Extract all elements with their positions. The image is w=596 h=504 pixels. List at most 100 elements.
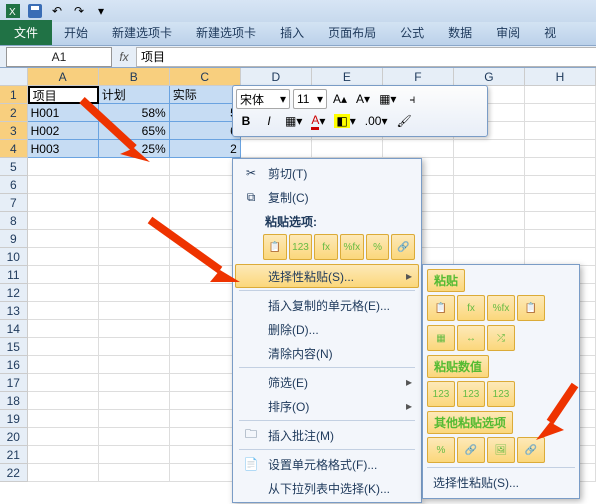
italic-icon[interactable]: I [259,111,279,131]
cell-b1[interactable]: 计划 [99,86,170,104]
sub-other-link[interactable]: 🔗 [457,437,485,463]
cell[interactable] [28,464,99,482]
cell[interactable] [525,140,596,158]
col-header-d[interactable]: D [241,68,312,86]
row-header[interactable]: 8 [0,212,28,230]
cell[interactable] [454,230,525,248]
fill-color-icon[interactable]: ◧▾ [331,111,358,131]
row-header[interactable]: 16 [0,356,28,374]
paste-pct-btn[interactable]: % [366,234,390,260]
cell-b2[interactable]: 58% [99,104,170,122]
row-header[interactable]: 9 [0,230,28,248]
sub-paste-pctfx[interactable]: %fx [487,295,515,321]
formula-input[interactable]: 项目 [136,47,596,67]
cell[interactable] [28,266,99,284]
sub-paste-width[interactable]: ↔ [457,325,485,351]
cell-c4[interactable]: 2 [170,140,241,158]
cell-c2[interactable]: 5 [170,104,241,122]
undo-icon[interactable]: ↶ [48,2,66,20]
cell[interactable] [170,302,241,320]
cell[interactable] [99,266,170,284]
row-header[interactable]: 6 [0,176,28,194]
cell[interactable] [99,158,170,176]
row-header[interactable]: 15 [0,338,28,356]
sub-other-linkpic[interactable]: 🔗 [517,437,545,463]
col-header-g[interactable]: G [454,68,525,86]
cell-a1[interactable]: 项目 [28,86,99,104]
col-header-e[interactable]: E [312,68,383,86]
cell[interactable] [28,410,99,428]
cell[interactable] [99,338,170,356]
cell[interactable] [525,158,596,176]
row-header[interactable]: 21 [0,446,28,464]
sub-vals-3[interactable]: 123 [487,381,515,407]
cell[interactable] [170,284,241,302]
cell[interactable] [28,374,99,392]
row-header[interactable]: 13 [0,302,28,320]
cell[interactable] [99,446,170,464]
cell[interactable] [454,176,525,194]
row-header[interactable]: 3 [0,122,28,140]
menu-filter[interactable]: 筛选(E)▸ [235,370,419,394]
cell[interactable] [525,212,596,230]
cell[interactable] [170,194,241,212]
cell[interactable] [170,248,241,266]
bold-icon[interactable]: B [236,111,256,131]
menu-copy[interactable]: ⧉复制(C) [235,185,419,209]
sub-paste-fx[interactable]: fx [457,295,485,321]
tab-insert[interactable]: 插入 [268,20,316,45]
merge-icon[interactable]: ⫞ [402,89,422,109]
font-combo[interactable]: 宋体▾ [236,89,290,109]
cell[interactable] [454,140,525,158]
cell[interactable] [170,428,241,446]
col-header-b[interactable]: B [99,68,170,86]
menu-sort[interactable]: 排序(O)▸ [235,394,419,418]
cell[interactable] [28,320,99,338]
menu-insert-copied[interactable]: 插入复制的单元格(E)... [235,293,419,317]
paste-btn[interactable]: 📋 [263,234,287,260]
format-painter-icon[interactable]: 🖌 [394,111,415,131]
paste-values-btn[interactable]: 123 [289,234,313,260]
cell[interactable] [28,230,99,248]
cell[interactable] [99,284,170,302]
number-format-icon[interactable]: .00▾ [362,111,391,131]
tab-new2[interactable]: 新建选项卡 [184,20,268,45]
cell[interactable] [170,266,241,284]
cell[interactable] [28,176,99,194]
row-header[interactable]: 1 [0,86,28,104]
tab-review[interactable]: 审阅 [484,20,532,45]
row-header[interactable]: 11 [0,266,28,284]
cell[interactable] [28,338,99,356]
tab-formula[interactable]: 公式 [388,20,436,45]
row-header[interactable]: 18 [0,392,28,410]
qat-dropdown-icon[interactable]: ▾ [92,2,110,20]
cell[interactable] [99,176,170,194]
shrink-font-icon[interactable]: A▾ [353,89,373,109]
row-header[interactable]: 10 [0,248,28,266]
sub-paste-special-link[interactable]: 选择性粘贴(S)... [427,471,575,494]
cell[interactable] [170,212,241,230]
menu-insert-comment[interactable]: 🗀插入批注(M) [235,423,419,447]
menu-delete[interactable]: 删除(D)... [235,317,419,341]
sub-other-pic[interactable]: 🖼 [487,437,515,463]
cell[interactable] [99,230,170,248]
cell[interactable] [383,140,454,158]
col-header-a[interactable]: A [28,68,99,86]
cell[interactable] [454,194,525,212]
cell[interactable] [525,86,596,104]
sub-paste-all[interactable]: 📋 [427,295,455,321]
cell[interactable] [170,176,241,194]
paste-pctfx-btn[interactable]: %fx [340,234,364,260]
row-header[interactable]: 5 [0,158,28,176]
cell[interactable] [99,212,170,230]
cell-b4[interactable]: 25% [99,140,170,158]
cell[interactable] [170,464,241,482]
cell[interactable] [99,428,170,446]
select-all-corner[interactable] [0,68,28,86]
cell[interactable] [525,104,596,122]
cell[interactable] [170,392,241,410]
cell[interactable] [525,230,596,248]
save-icon[interactable] [26,2,44,20]
row-header[interactable]: 20 [0,428,28,446]
cell[interactable] [28,428,99,446]
